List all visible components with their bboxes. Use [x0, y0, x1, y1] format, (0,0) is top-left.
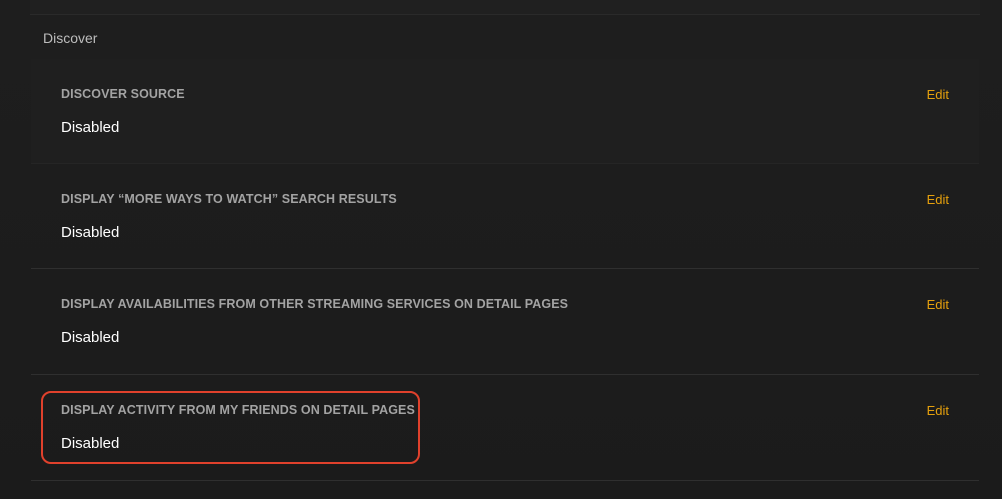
setting-value: Disabled: [61, 119, 120, 136]
setting-row-discover-source: DISCOVER SOURCE Disabled Edit: [31, 59, 979, 164]
setting-row-friends-activity: DISPLAY ACTIVITY FROM MY FRIENDS ON DETA…: [31, 375, 979, 481]
setting-label: DISPLAY “MORE WAYS TO WATCH” SEARCH RESU…: [61, 192, 397, 206]
edit-button[interactable]: Edit: [927, 87, 949, 102]
settings-page: Discover DISCOVER SOURCE Disabled Edit D…: [0, 0, 1002, 499]
setting-label: DISPLAY ACTIVITY FROM MY FRIENDS ON DETA…: [61, 403, 415, 417]
edit-button[interactable]: Edit: [927, 297, 949, 312]
setting-row-streaming-availabilities: DISPLAY AVAILABILITIES FROM OTHER STREAM…: [31, 269, 979, 375]
edit-button[interactable]: Edit: [927, 403, 949, 418]
section-title: Discover: [43, 30, 98, 46]
setting-label: DISPLAY AVAILABILITIES FROM OTHER STREAM…: [61, 297, 569, 311]
setting-value: Disabled: [61, 329, 120, 346]
previous-section-strip: [30, 0, 980, 15]
setting-value: Disabled: [61, 224, 120, 241]
setting-row-more-ways-to-watch: DISPLAY “MORE WAYS TO WATCH” SEARCH RESU…: [31, 164, 979, 269]
edit-button[interactable]: Edit: [927, 192, 949, 207]
setting-value: Disabled: [61, 435, 120, 452]
setting-label: DISCOVER SOURCE: [61, 87, 185, 101]
